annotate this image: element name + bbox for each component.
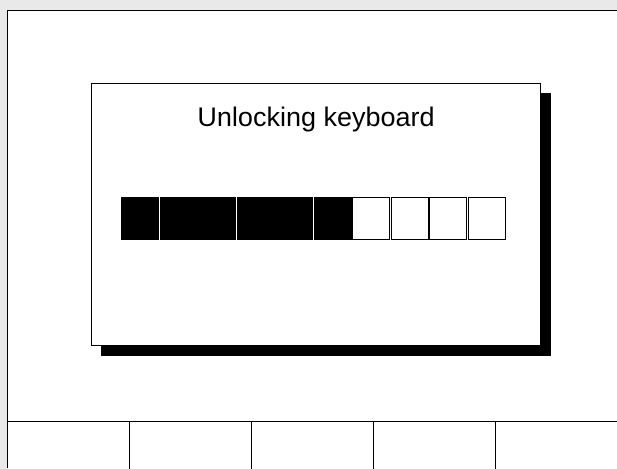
- softkey-5[interactable]: [496, 422, 617, 469]
- progress-segment-empty: [390, 197, 429, 240]
- progress-segment-empty: [429, 197, 467, 240]
- softkey-2[interactable]: [130, 422, 252, 469]
- device-screen: Unlocking keyboard: [7, 10, 617, 469]
- progress-segment-filled: [275, 197, 313, 240]
- progress-segment-filled: [198, 197, 236, 240]
- unlock-dialog: Unlocking keyboard: [91, 83, 541, 346]
- progress-segment-empty: [352, 197, 390, 240]
- progress-segment-filled: [121, 197, 159, 240]
- progress-segment-filled: [313, 197, 352, 240]
- softkey-1[interactable]: [8, 422, 130, 469]
- progress-bar: [121, 197, 506, 240]
- dialog-title: Unlocking keyboard: [197, 102, 435, 132]
- softkey-4[interactable]: [374, 422, 496, 469]
- progress-segment-empty: [467, 197, 506, 240]
- progress-segment-filled: [159, 197, 198, 240]
- softkey-bar: [8, 421, 617, 469]
- progress-segment-filled: [236, 197, 275, 240]
- softkey-3[interactable]: [252, 422, 374, 469]
